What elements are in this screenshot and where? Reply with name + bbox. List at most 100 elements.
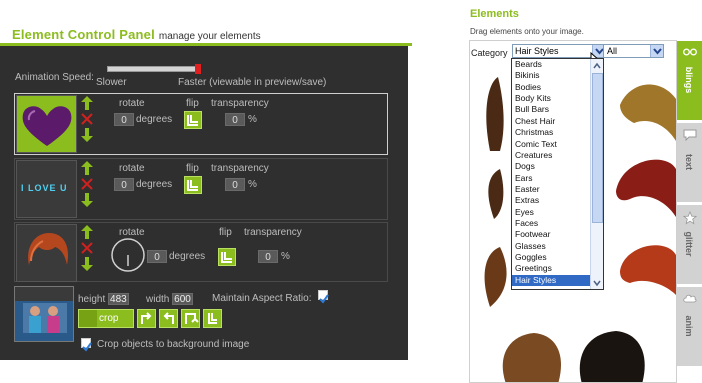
rotate-left-button[interactable] — [159, 309, 178, 328]
flip-button[interactable] — [218, 248, 236, 266]
width-input[interactable]: 600 — [172, 293, 193, 305]
tab-text[interactable]: text — [677, 122, 702, 202]
star-icon — [683, 211, 697, 225]
element-row-hair[interactable]: rotate flip transparency 0 degrees 0 % — [14, 222, 388, 282]
dropdown-option[interactable]: Dogs — [512, 161, 591, 172]
dropdown-option[interactable]: Chest Hair — [512, 116, 591, 127]
side-tabs: blings text glitter anim — [677, 40, 702, 383]
panel-title: Element Control Panel manage your element… — [12, 27, 261, 42]
delete-icon[interactable] — [81, 178, 93, 190]
element-thumbnail-hair[interactable] — [16, 224, 77, 282]
animation-speed-slider[interactable] — [107, 66, 200, 72]
element-row-text[interactable]: I LOVE U rotate flip transparency 0 degr… — [14, 158, 388, 220]
hair-item[interactable] — [620, 84, 676, 141]
delete-icon[interactable] — [81, 113, 93, 125]
move-down-icon[interactable] — [81, 128, 93, 142]
dropdown-option[interactable]: Eyes — [512, 207, 591, 218]
rotate-input[interactable]: 0 — [114, 113, 134, 126]
rotate-input[interactable]: 0 — [147, 250, 167, 263]
element-control-panel: Element Control Panel manage your element… — [0, 0, 412, 383]
dropdown-option[interactable]: Greetings — [512, 263, 591, 274]
panel-subtitle: manage your elements — [158, 31, 261, 42]
rotate-left-icon — [163, 312, 174, 324]
dropdown-option[interactable]: Ears — [512, 173, 591, 184]
height-input[interactable]: 483 — [108, 293, 129, 305]
flip-button[interactable] — [184, 176, 202, 194]
checkmark-icon — [319, 294, 329, 304]
dropdown-option[interactable]: Bodies — [512, 82, 591, 93]
rotate-right-button[interactable] — [137, 309, 156, 328]
elements-title: Elements — [470, 8, 519, 20]
flip-label: flip — [219, 227, 232, 238]
tab-anim-label: anim — [684, 315, 694, 337]
hair-item[interactable] — [616, 159, 676, 217]
transparency-input[interactable]: 0 — [225, 178, 245, 191]
tab-anim[interactable]: anim — [677, 286, 702, 366]
move-down-icon[interactable] — [81, 193, 93, 207]
rotate-input[interactable]: 0 — [114, 178, 134, 191]
dropdown-option[interactable]: Christmas — [512, 127, 591, 138]
move-down-icon[interactable] — [81, 257, 93, 271]
i-love-u-text: I LOVE U — [21, 183, 68, 193]
scrollbar-thumb[interactable] — [592, 73, 603, 223]
element-row-heart[interactable]: rotate flip transparency 0 degrees 0 % — [14, 93, 388, 155]
dropdown-scrollbar[interactable] — [590, 59, 603, 289]
hair-item[interactable] — [484, 247, 507, 307]
dropdown-option[interactable]: Beards — [512, 59, 591, 70]
move-up-icon[interactable] — [81, 96, 93, 110]
delete-icon[interactable] — [81, 242, 93, 254]
elements-subtitle: Drag elements onto your image. — [470, 27, 584, 36]
tab-glitter[interactable]: glitter — [677, 204, 702, 284]
dropdown-option[interactable]: Footwear — [512, 229, 591, 240]
dropdown-option[interactable]: Body Kits — [512, 93, 591, 104]
transparency-input[interactable]: 0 — [225, 113, 245, 126]
dropdown-option[interactable]: Goggles — [512, 252, 591, 263]
flip-vertical-icon — [185, 313, 199, 324]
tab-blings-label: blings — [684, 66, 694, 94]
filter-select[interactable]: All — [603, 44, 664, 58]
crop-button[interactable]: crop — [78, 309, 134, 328]
transparency-label: transparency — [211, 163, 269, 174]
slider-thumb[interactable] — [195, 64, 201, 74]
hair-item[interactable] — [488, 169, 504, 219]
dropdown-option[interactable]: Creatures — [512, 150, 591, 161]
hair-icon — [28, 233, 69, 265]
move-up-icon[interactable] — [81, 161, 93, 175]
percent-label: % — [281, 251, 290, 262]
element-thumbnail-text[interactable]: I LOVE U — [16, 160, 77, 218]
dropdown-option[interactable]: Comic Text — [512, 139, 591, 150]
aspect-ratio-checkbox[interactable] — [318, 290, 329, 304]
hair-item[interactable] — [486, 77, 504, 151]
dropdown-option[interactable]: Faces — [512, 218, 591, 229]
hair-item[interactable] — [579, 331, 645, 383]
background-thumbnail[interactable] — [14, 286, 74, 342]
dropdown-option[interactable]: Extras — [512, 195, 591, 206]
element-order-controls — [81, 96, 93, 152]
scroll-down-icon[interactable] — [591, 277, 603, 289]
crop-button-accent — [79, 310, 97, 327]
crop-objects-label: Crop objects to background image — [97, 339, 250, 350]
category-dropdown-list[interactable]: Beards Bikinis Bodies Body Kits Bull Bars Che… — [511, 58, 604, 290]
tab-blings[interactable]: blings — [677, 40, 702, 120]
dropdown-option[interactable]: Bull Bars — [512, 104, 591, 115]
hair-item[interactable] — [502, 333, 561, 383]
filter-dropdown-arrow[interactable] — [650, 45, 663, 57]
flip-icon — [187, 115, 198, 126]
dropdown-option[interactable]: Hair Styles — [512, 274, 591, 287]
scroll-up-icon[interactable] — [591, 60, 603, 72]
dropdown-option[interactable]: Glasses — [512, 241, 591, 252]
transparency-input[interactable]: 0 — [258, 250, 278, 263]
move-up-icon[interactable] — [81, 225, 93, 239]
element-thumbnail-heart[interactable] — [16, 95, 77, 153]
rotation-dial[interactable] — [109, 236, 147, 274]
flip-vertical-button[interactable] — [181, 309, 200, 328]
flip-label: flip — [186, 98, 199, 109]
flip-button[interactable] — [184, 111, 202, 129]
dropdown-option[interactable]: Easter — [512, 184, 591, 195]
chevron-down-icon — [653, 48, 662, 55]
flip-horizontal-button[interactable] — [203, 309, 222, 328]
crop-objects-checkbox[interactable] — [81, 338, 92, 352]
dropdown-option[interactable]: Bikinis — [512, 70, 591, 81]
degrees-label: degrees — [136, 114, 173, 125]
hair-item[interactable] — [620, 245, 676, 295]
